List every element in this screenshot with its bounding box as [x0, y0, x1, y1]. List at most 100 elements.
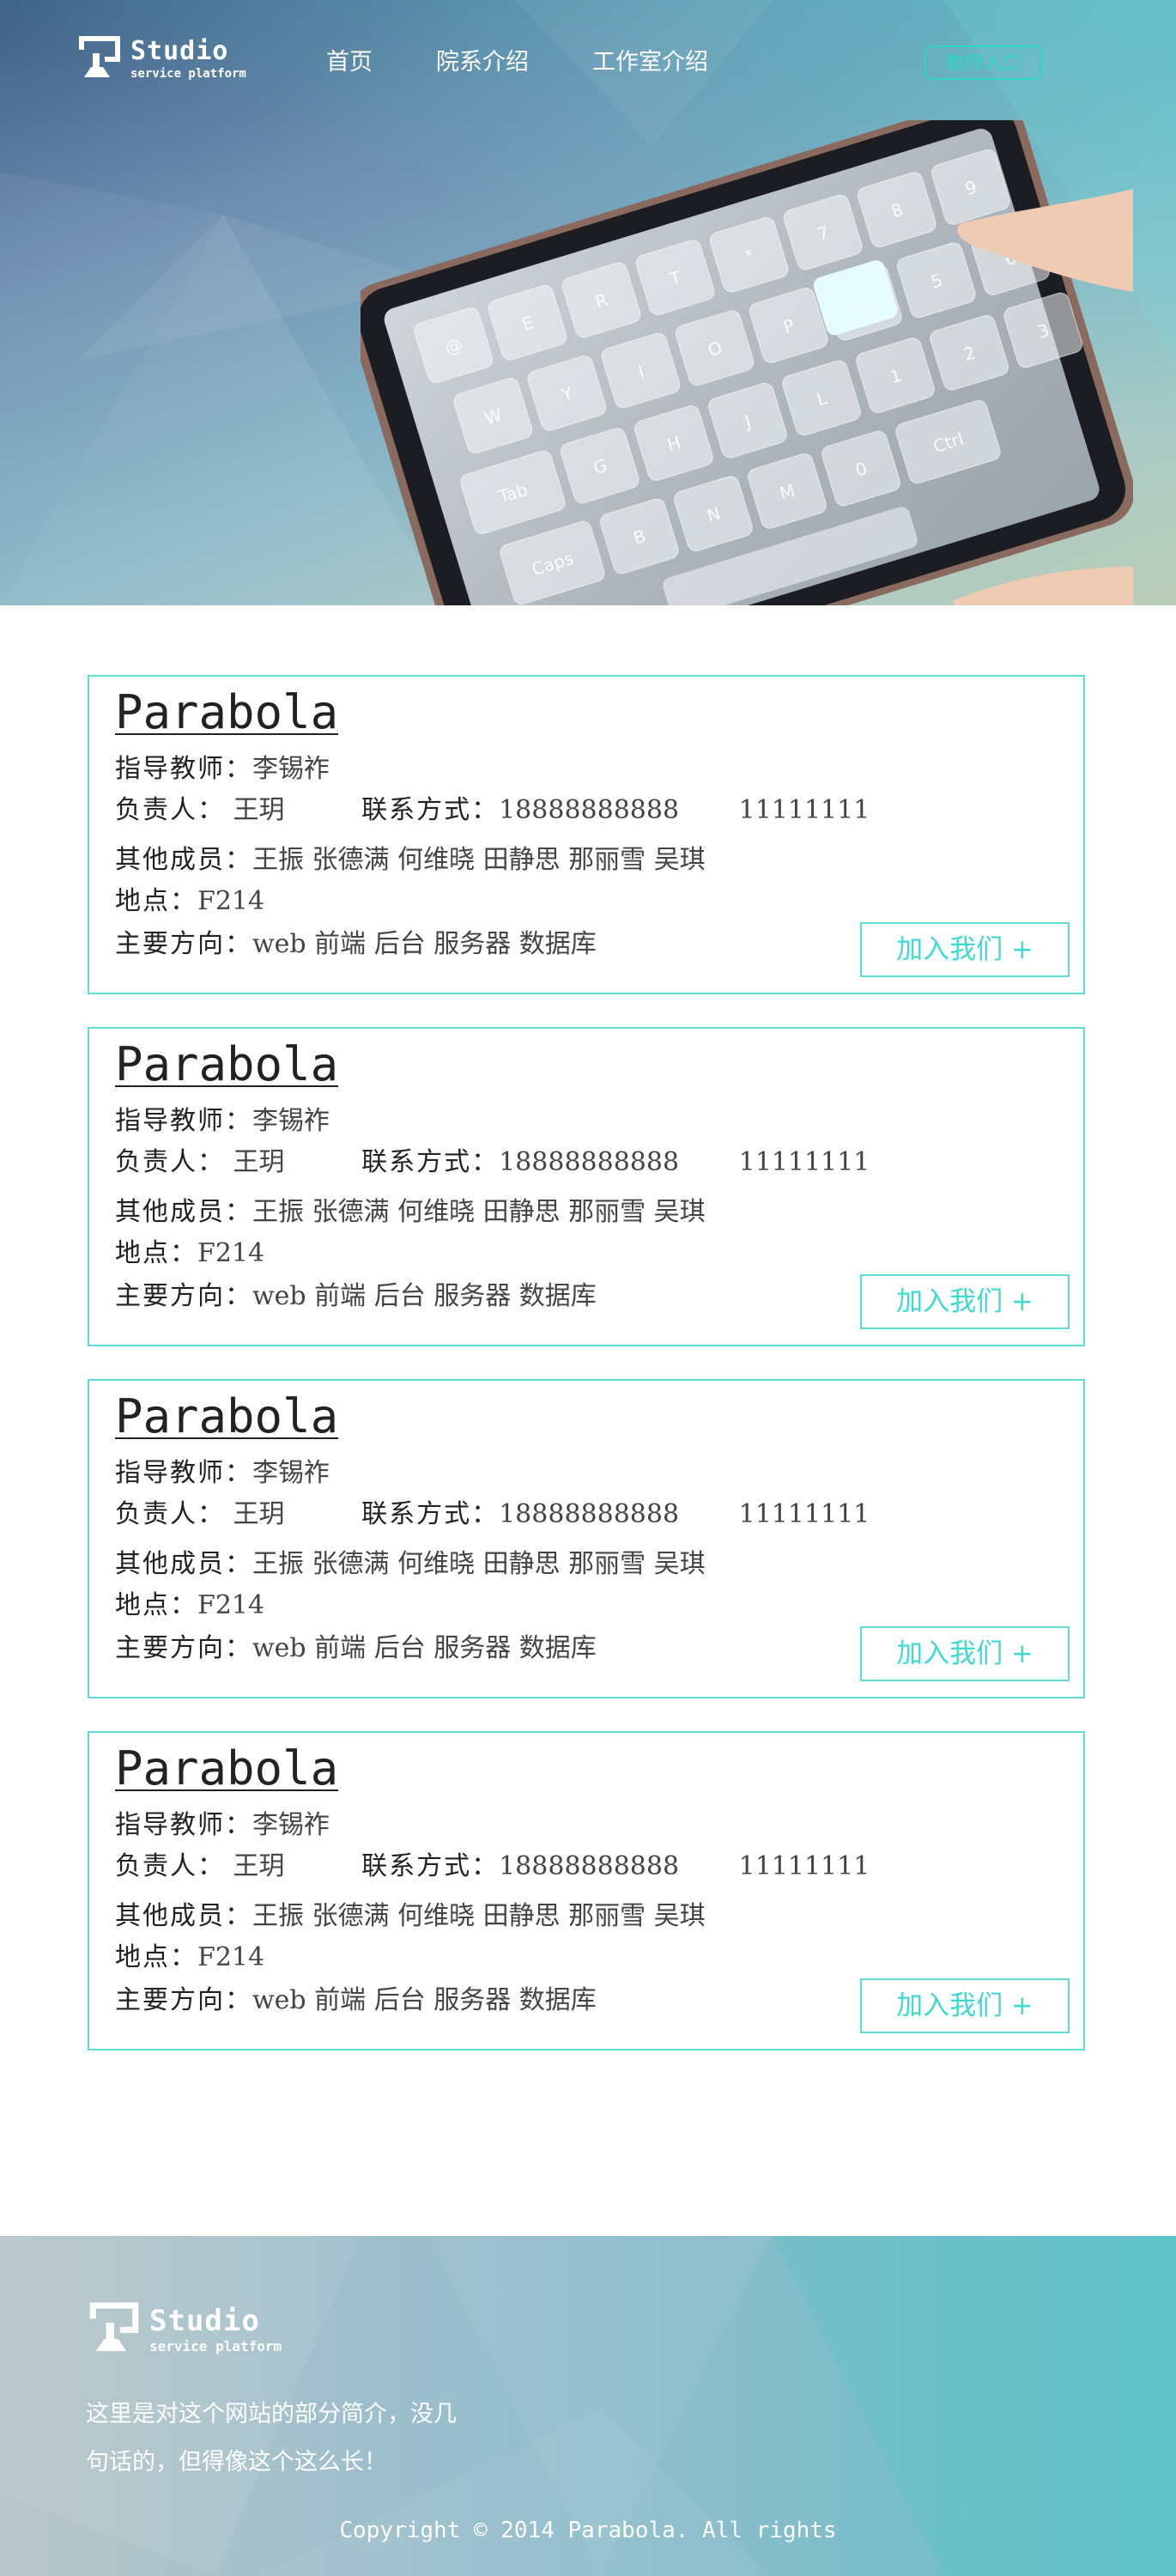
studio-card: Parabola 指导教师：李锡祚 负责人： 王玥 联系方式：188888888…	[88, 1027, 1085, 1346]
contact-label: 联系方式：	[361, 795, 500, 825]
footer-intro: 这里是对这个网站的部分简介，没几 句话的，但得像这个这么长！	[86, 2391, 532, 2487]
place-label: 地点：	[115, 1942, 197, 1972]
place-label: 地点：	[115, 886, 197, 916]
leader-label: 负责人：	[115, 1851, 225, 1881]
members-list: 王振 张德满 何维晓 田静思 那丽雪 吴琪	[252, 1197, 706, 1227]
members-label: 其他成员：	[115, 1549, 252, 1579]
teacher-row: 指导教师：李锡祚	[115, 1451, 330, 1489]
join-us-button[interactable]: 加入我们 +	[860, 1978, 1070, 2033]
studio-name[interactable]: Parabola	[115, 1389, 338, 1443]
contact-label: 联系方式：	[361, 1147, 500, 1177]
members-list: 王振 张德满 何维晓 田静思 那丽雪 吴琪	[252, 1901, 706, 1931]
teacher-row: 指导教师：李锡祚	[115, 747, 330, 785]
main-nav: 首页 院系介绍 工作室介绍	[326, 43, 772, 76]
leader-name: 王玥	[233, 1851, 285, 1881]
teacher-name: 李锡祚	[252, 754, 330, 784]
leader-row: 负责人： 王玥 联系方式：18888888888 11111111	[115, 1844, 870, 1882]
phone-number: 18888888888	[499, 1851, 680, 1881]
place-value: F214	[197, 886, 265, 916]
leader-name: 王玥	[233, 1499, 285, 1529]
direction-row: 主要方向：web 前端 后台 服务器 数据库	[115, 1978, 597, 2016]
studio-name[interactable]: Parabola	[115, 1037, 338, 1091]
leader-row: 负责人： 王玥 联系方式：18888888888 11111111	[115, 1492, 870, 1530]
members-list: 王振 张德满 何维晓 田静思 那丽雪 吴琪	[252, 1549, 706, 1579]
place-value: F214	[197, 1942, 265, 1972]
direction-label: 主要方向：	[115, 929, 252, 959]
tablet-illustration: @ERT*789WYIOP456TabGHJL123CapsBNM0Ctrl	[361, 120, 1133, 605]
teacher-label: 指导教师：	[115, 1458, 252, 1488]
join-us-button[interactable]: 加入我们 +	[860, 1626, 1070, 1681]
direction-value: web 前端 后台 服务器 数据库	[252, 1633, 597, 1663]
members-label: 其他成员：	[115, 1901, 252, 1931]
footer-logo[interactable]: Studio service platform	[86, 2298, 282, 2361]
header-logo[interactable]: Studio service platform	[76, 33, 246, 86]
direction-label: 主要方向：	[115, 1985, 252, 2015]
direction-row: 主要方向：web 前端 后台 服务器 数据库	[115, 922, 597, 960]
join-us-button[interactable]: 加入我们 +	[860, 922, 1070, 977]
copyright-text: Copyright © 2014 Parabola. All rights	[339, 2518, 837, 2543]
place-row: 地点：F214	[115, 1231, 264, 1269]
place-row: 地点：F214	[115, 1583, 264, 1621]
leader-row: 负责人： 王玥 联系方式：18888888888 11111111	[115, 788, 870, 826]
direction-value: web 前端 后台 服务器 数据库	[252, 1281, 597, 1311]
logo-title: Studio	[130, 36, 229, 66]
teacher-entry-button[interactable]: 教师入口	[924, 46, 1042, 80]
teacher-label: 指导教师：	[115, 1106, 252, 1136]
direction-label: 主要方向：	[115, 1633, 252, 1663]
phone-number: 18888888888	[499, 1499, 680, 1529]
place-label: 地点：	[115, 1590, 197, 1620]
members-row: 其他成员：王振 张德满 何维晓 田静思 那丽雪 吴琪	[115, 838, 706, 876]
leader-label: 负责人：	[115, 1147, 225, 1177]
footer-intro-line: 这里是对这个网站的部分简介，没几	[86, 2401, 457, 2427]
place-row: 地点：F214	[115, 1935, 264, 1973]
studio-list: Parabola 指导教师：李锡祚 负责人： 王玥 联系方式：188888888…	[88, 675, 1085, 2083]
studio-name[interactable]: Parabola	[115, 685, 338, 739]
teacher-row: 指导教师：李锡祚	[115, 1803, 330, 1841]
nav-home[interactable]: 首页	[326, 43, 373, 76]
nav-studios[interactable]: 工作室介绍	[592, 43, 708, 76]
hero-banner: Studio service platform 首页 院系介绍 工作室介绍 教师…	[0, 0, 1176, 605]
direction-row: 主要方向：web 前端 后台 服务器 数据库	[115, 1274, 597, 1312]
members-label: 其他成员：	[115, 845, 252, 875]
studio-card: Parabola 指导教师：李锡祚 负责人： 王玥 联系方式：188888888…	[88, 1731, 1085, 2050]
phone-number: 18888888888	[499, 1147, 680, 1177]
members-label: 其他成员：	[115, 1197, 252, 1227]
qq-number: 11111111	[738, 795, 870, 825]
phone-number: 18888888888	[499, 795, 680, 825]
teacher-label: 指导教师：	[115, 1810, 252, 1840]
direction-row: 主要方向：web 前端 后台 服务器 数据库	[115, 1626, 597, 1664]
direction-value: web 前端 后台 服务器 数据库	[252, 1985, 597, 2015]
qq-number: 11111111	[738, 1499, 870, 1529]
direction-label: 主要方向：	[115, 1281, 252, 1311]
monitor-logo-icon	[76, 33, 124, 86]
members-row: 其他成员：王振 张德满 何维晓 田静思 那丽雪 吴琪	[115, 1542, 706, 1580]
footer-logo-subtitle: service platform	[149, 2337, 282, 2354]
teacher-name: 李锡祚	[252, 1810, 330, 1840]
place-row: 地点：F214	[115, 879, 264, 917]
members-row: 其他成员：王振 张德满 何维晓 田静思 那丽雪 吴琪	[115, 1894, 706, 1932]
nav-departments[interactable]: 院系介绍	[436, 43, 529, 76]
join-us-button[interactable]: 加入我们 +	[860, 1274, 1070, 1329]
studio-name[interactable]: Parabola	[115, 1741, 338, 1795]
leader-label: 负责人：	[115, 1499, 225, 1529]
place-value: F214	[197, 1238, 265, 1268]
page-footer: Studio service platform 这里是对这个网站的部分简介，没几…	[0, 2236, 1176, 2576]
contact-label: 联系方式：	[361, 1851, 500, 1881]
footer-logo-title: Studio	[149, 2303, 260, 2338]
teacher-name: 李锡祚	[252, 1106, 330, 1136]
teacher-name: 李锡祚	[252, 1458, 330, 1488]
place-label: 地点：	[115, 1238, 197, 1268]
studio-card: Parabola 指导教师：李锡祚 负责人： 王玥 联系方式：188888888…	[88, 675, 1085, 994]
footer-intro-line: 句话的，但得像这个这么长！	[86, 2449, 387, 2476]
monitor-logo-icon	[86, 2298, 142, 2361]
leader-name: 王玥	[233, 795, 285, 825]
members-row: 其他成员：王振 张德满 何维晓 田静思 那丽雪 吴琪	[115, 1190, 706, 1228]
thumb-shape	[953, 567, 1133, 605]
logo-subtitle: service platform	[130, 67, 246, 81]
studio-card: Parabola 指导教师：李锡祚 负责人： 王玥 联系方式：188888888…	[88, 1379, 1085, 1698]
qq-number: 11111111	[738, 1147, 870, 1177]
qq-number: 11111111	[738, 1851, 870, 1881]
place-value: F214	[197, 1590, 265, 1620]
leader-label: 负责人：	[115, 795, 225, 825]
contact-label: 联系方式：	[361, 1499, 500, 1529]
